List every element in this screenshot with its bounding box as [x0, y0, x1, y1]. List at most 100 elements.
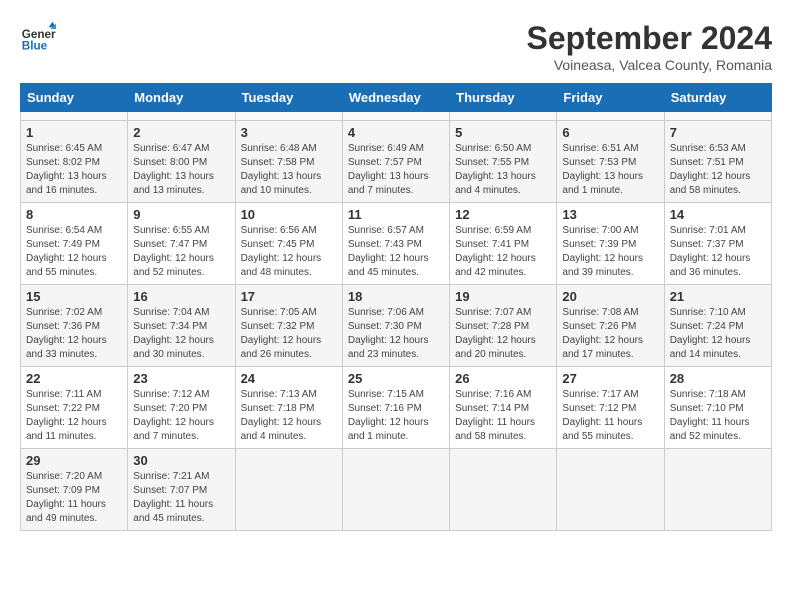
calendar-cell	[664, 112, 771, 121]
day-detail: Sunrise: 6:55 AM Sunset: 7:47 PM Dayligh…	[133, 224, 229, 280]
day-number: 25	[348, 371, 444, 386]
calendar-cell: 22Sunrise: 7:11 AM Sunset: 7:22 PM Dayli…	[21, 367, 128, 449]
day-number: 28	[670, 371, 766, 386]
day-number: 27	[562, 371, 658, 386]
calendar-cell: 7 Sunrise: 6:53 AM Sunset: 7:51 PM Daylig…	[664, 121, 771, 203]
calendar-cell	[342, 112, 449, 121]
day-number: 18	[348, 289, 444, 304]
calendar-cell	[557, 449, 664, 531]
day-detail: Sunrise: 7:08 AM Sunset: 7:26 PM Dayligh…	[562, 306, 658, 362]
calendar-cell: 2 Sunrise: 6:47 AM Sunset: 8:00 PM Daylig…	[128, 121, 235, 203]
day-detail: Sunrise: 6:51 AM Sunset: 7:53 PM Dayligh…	[562, 142, 658, 198]
day-detail: Sunrise: 7:04 AM Sunset: 7:34 PM Dayligh…	[133, 306, 229, 362]
day-detail: Sunrise: 6:57 AM Sunset: 7:43 PM Dayligh…	[348, 224, 444, 280]
calendar-cell: 19 Sunrise: 7:07 AM Sunset: 7:28 PM Dayli…	[450, 285, 557, 367]
day-number: 21	[670, 289, 766, 304]
day-number: 10	[241, 207, 337, 222]
calendar-cell: 1 Sunrise: 6:45 AM Sunset: 8:02 PM Daylig…	[21, 121, 128, 203]
calendar-cell: 8 Sunrise: 6:54 AM Sunset: 7:49 PM Daylig…	[21, 203, 128, 285]
calendar-cell: 16 Sunrise: 7:04 AM Sunset: 7:34 PM Dayli…	[128, 285, 235, 367]
day-detail: Sunrise: 7:00 AM Sunset: 7:39 PM Dayligh…	[562, 224, 658, 280]
calendar-cell	[664, 449, 771, 531]
day-header-tuesday: Tuesday	[235, 84, 342, 112]
calendar-cell: 18 Sunrise: 7:06 AM Sunset: 7:30 PM Dayli…	[342, 285, 449, 367]
logo: General Blue	[20, 20, 56, 56]
calendar-cell	[128, 112, 235, 121]
day-detail: Sunrise: 6:49 AM Sunset: 7:57 PM Dayligh…	[348, 142, 444, 198]
day-number: 2	[133, 125, 229, 140]
day-number: 4	[348, 125, 444, 140]
day-detail: Sunrise: 6:50 AM Sunset: 7:55 PM Dayligh…	[455, 142, 551, 198]
day-number: 23	[133, 371, 229, 386]
calendar-cell: 10 Sunrise: 6:56 AM Sunset: 7:45 PM Dayli…	[235, 203, 342, 285]
day-detail: Sunrise: 6:48 AM Sunset: 7:58 PM Dayligh…	[241, 142, 337, 198]
calendar-cell: 9 Sunrise: 6:55 AM Sunset: 7:47 PM Daylig…	[128, 203, 235, 285]
day-detail: Sunrise: 7:11 AM Sunset: 7:22 PM Dayligh…	[26, 388, 122, 444]
day-detail: Sunrise: 7:16 AM Sunset: 7:14 PM Dayligh…	[455, 388, 551, 444]
day-detail: Sunrise: 7:06 AM Sunset: 7:30 PM Dayligh…	[348, 306, 444, 362]
location-subtitle: Voineasa, Valcea County, Romania	[527, 57, 772, 73]
day-number: 26	[455, 371, 551, 386]
day-number: 6	[562, 125, 658, 140]
calendar-cell: 11Sunrise: 6:57 AM Sunset: 7:43 PM Dayli…	[342, 203, 449, 285]
day-number: 5	[455, 125, 551, 140]
day-detail: Sunrise: 6:54 AM Sunset: 7:49 PM Dayligh…	[26, 224, 122, 280]
day-number: 24	[241, 371, 337, 386]
day-header-thursday: Thursday	[450, 84, 557, 112]
calendar-cell	[557, 112, 664, 121]
calendar-cell: 12 Sunrise: 6:59 AM Sunset: 7:41 PM Dayli…	[450, 203, 557, 285]
day-number: 9	[133, 207, 229, 222]
day-number: 7	[670, 125, 766, 140]
day-detail: Sunrise: 6:47 AM Sunset: 8:00 PM Dayligh…	[133, 142, 229, 198]
day-detail: Sunrise: 7:20 AM Sunset: 7:09 PM Dayligh…	[26, 470, 122, 526]
day-number: 12	[455, 207, 551, 222]
day-header-saturday: Saturday	[664, 84, 771, 112]
calendar-cell: 25Sunrise: 7:15 AM Sunset: 7:16 PM Dayli…	[342, 367, 449, 449]
day-detail: Sunrise: 6:53 AM Sunset: 7:51 PM Dayligh…	[670, 142, 766, 198]
calendar-cell	[21, 112, 128, 121]
day-detail: Sunrise: 6:59 AM Sunset: 7:41 PM Dayligh…	[455, 224, 551, 280]
month-title: September 2024	[527, 20, 772, 57]
day-number: 1	[26, 125, 122, 140]
calendar-cell: 30Sunrise: 7:21 AM Sunset: 7:07 PM Dayli…	[128, 449, 235, 531]
day-number: 19	[455, 289, 551, 304]
day-detail: Sunrise: 7:05 AM Sunset: 7:32 PM Dayligh…	[241, 306, 337, 362]
day-number: 13	[562, 207, 658, 222]
day-detail: Sunrise: 7:02 AM Sunset: 7:36 PM Dayligh…	[26, 306, 122, 362]
calendar-cell: 13 Sunrise: 7:00 AM Sunset: 7:39 PM Dayli…	[557, 203, 664, 285]
calendar-cell: 6 Sunrise: 6:51 AM Sunset: 7:53 PM Daylig…	[557, 121, 664, 203]
day-header-wednesday: Wednesday	[342, 84, 449, 112]
calendar-cell	[342, 449, 449, 531]
calendar-cell: 24 Sunrise: 7:13 AM Sunset: 7:18 PM Dayli…	[235, 367, 342, 449]
calendar-table: SundayMondayTuesdayWednesdayThursdayFrid…	[20, 83, 772, 531]
page-header: General Blue September 2024 Voineasa, Va…	[20, 20, 772, 73]
title-block: September 2024 Voineasa, Valcea County, …	[527, 20, 772, 73]
day-number: 29	[26, 453, 122, 468]
day-number: 30	[133, 453, 229, 468]
day-number: 3	[241, 125, 337, 140]
calendar-cell: 28Sunrise: 7:18 AM Sunset: 7:10 PM Dayli…	[664, 367, 771, 449]
calendar-cell: 5 Sunrise: 6:50 AM Sunset: 7:55 PM Daylig…	[450, 121, 557, 203]
calendar-cell: 26 Sunrise: 7:16 AM Sunset: 7:14 PM Dayli…	[450, 367, 557, 449]
calendar-cell: 4 Sunrise: 6:49 AM Sunset: 7:57 PM Daylig…	[342, 121, 449, 203]
day-detail: Sunrise: 7:07 AM Sunset: 7:28 PM Dayligh…	[455, 306, 551, 362]
day-number: 14	[670, 207, 766, 222]
calendar-cell: 3 Sunrise: 6:48 AM Sunset: 7:58 PM Daylig…	[235, 121, 342, 203]
day-number: 16	[133, 289, 229, 304]
day-header-monday: Monday	[128, 84, 235, 112]
day-number: 8	[26, 207, 122, 222]
calendar-cell: 21Sunrise: 7:10 AM Sunset: 7:24 PM Dayli…	[664, 285, 771, 367]
logo-icon: General Blue	[20, 20, 56, 56]
day-header-friday: Friday	[557, 84, 664, 112]
day-number: 17	[241, 289, 337, 304]
day-detail: Sunrise: 7:12 AM Sunset: 7:20 PM Dayligh…	[133, 388, 229, 444]
day-detail: Sunrise: 6:45 AM Sunset: 8:02 PM Dayligh…	[26, 142, 122, 198]
day-number: 15	[26, 289, 122, 304]
calendar-cell: 15 Sunrise: 7:02 AM Sunset: 7:36 PM Dayli…	[21, 285, 128, 367]
calendar-cell: 14Sunrise: 7:01 AM Sunset: 7:37 PM Dayli…	[664, 203, 771, 285]
day-header-sunday: Sunday	[21, 84, 128, 112]
calendar-cell: 27Sunrise: 7:17 AM Sunset: 7:12 PM Dayli…	[557, 367, 664, 449]
calendar-cell	[450, 449, 557, 531]
day-detail: Sunrise: 7:13 AM Sunset: 7:18 PM Dayligh…	[241, 388, 337, 444]
day-detail: Sunrise: 6:56 AM Sunset: 7:45 PM Dayligh…	[241, 224, 337, 280]
